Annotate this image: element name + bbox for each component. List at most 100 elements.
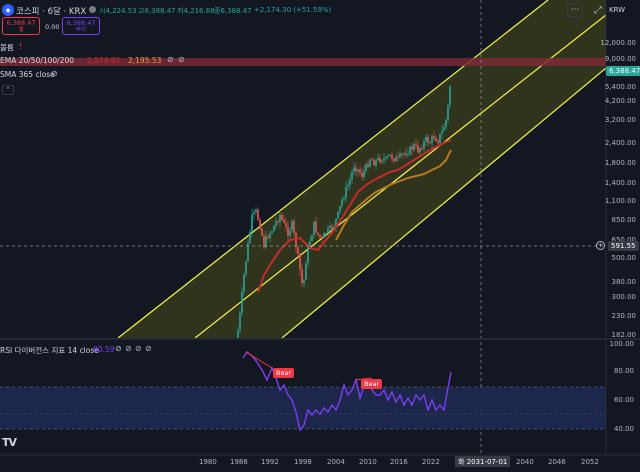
price-axis-tick: 12,000.00: [600, 39, 636, 47]
candle-body: [311, 235, 313, 242]
candle-body: [251, 214, 253, 232]
candle-body: [313, 221, 315, 236]
candle-body: [429, 142, 431, 144]
time-axis-tick: 2010: [359, 458, 377, 466]
candle-body: [435, 138, 437, 141]
candle-body: [257, 209, 259, 220]
price-axis-tick: 230.00: [611, 312, 637, 320]
rsi-more-icon[interactable]: ⊘: [145, 344, 152, 353]
time-axis-tick: 2040: [516, 458, 534, 466]
candle-body: [443, 126, 445, 131]
price-axis-tick: 1,100.00: [604, 197, 636, 205]
candle-body: [381, 160, 383, 163]
candle-body: [427, 136, 429, 143]
candle-body: [403, 153, 405, 155]
candle-body: [419, 148, 421, 153]
buy-button[interactable]: 6,388.47 바이: [62, 17, 100, 35]
candle-body: [287, 226, 289, 236]
candle-body: [437, 140, 439, 144]
candle-body: [355, 167, 357, 172]
symbol-logo-icon[interactable]: ◆: [2, 4, 14, 16]
candle-body: [293, 221, 295, 233]
price-axis-tick: 9,000.00: [604, 55, 636, 63]
candle-body: [261, 228, 263, 236]
candle-body: [267, 236, 269, 239]
candle-body: [303, 279, 305, 283]
ohlc-open: 시4,224.53: [99, 7, 137, 15]
rsi-hide-icon[interactable]: ⊘: [115, 344, 122, 353]
rsi-band: [0, 387, 606, 429]
candle-body: [291, 221, 293, 231]
candle-body: [407, 154, 409, 156]
sell-label: 셀: [18, 27, 24, 34]
candle-body: [263, 235, 265, 248]
price-axis-tick: 380.00: [611, 278, 637, 286]
more-options-icon[interactable]: ···: [567, 3, 583, 17]
rsi-settings-icon[interactable]: ⊘: [125, 344, 132, 353]
candle-body: [399, 153, 401, 158]
candle-body: [413, 144, 415, 150]
candle-body: [281, 214, 283, 220]
collapse-legend-icon[interactable]: ⌃: [2, 85, 14, 95]
bear-label-1: Bear: [273, 368, 295, 378]
candle-body: [405, 153, 407, 156]
candle-body: [237, 330, 239, 338]
current-price-label: 6,388.47: [606, 66, 640, 76]
candle-body: [305, 263, 307, 280]
crosshair-plus-icon[interactable]: +: [596, 241, 605, 250]
candle-body: [345, 186, 347, 199]
market-status-icon: [89, 6, 96, 13]
ohlc-change: +2,174.30 (+51.59%): [254, 6, 332, 14]
price-axis-tick: 500.00: [611, 254, 637, 262]
candle-body: [363, 171, 365, 178]
time-axis-tick: 2022: [422, 458, 440, 466]
candle-body: [391, 154, 393, 159]
ema-indicator-label[interactable]: EMA 20/50/100/200: [0, 56, 74, 65]
candle-body: [365, 164, 367, 172]
ema-value-1: 2,974.92: [87, 56, 121, 65]
fullscreen-icon[interactable]: ⤢: [591, 3, 605, 17]
candle-body: [243, 274, 245, 292]
price-axis-tick: 5,400.00: [604, 83, 636, 91]
candle-body: [283, 219, 285, 223]
tradingview-logo[interactable]: TV: [2, 436, 17, 449]
crosshair-date-prefix: 화: [458, 458, 465, 466]
candle-body: [401, 153, 403, 155]
candle-body: [449, 86, 451, 106]
time-axis-tick: 1980: [199, 458, 217, 466]
candle-body: [441, 130, 443, 134]
candle-body: [397, 156, 399, 158]
ohlc-close: 종6,388.47: [214, 7, 252, 15]
symbol-title[interactable]: 코스피 · 6달 · KRX: [16, 5, 86, 17]
candle-body: [371, 159, 373, 161]
currency-label[interactable]: KRW: [609, 6, 625, 14]
sma-hide-icon[interactable]: ⊘: [51, 69, 58, 78]
candle-body: [359, 169, 361, 173]
candle-body: [271, 231, 273, 234]
sma-indicator-label[interactable]: SMA 365 close: [0, 70, 55, 79]
price-axis-tick: 182.00: [611, 331, 637, 339]
rsi-indicator-label[interactable]: RSI 다이버전스 지표 14 close: [0, 345, 99, 356]
sell-button[interactable]: 6,388.47 셀: [2, 17, 40, 35]
candle-body: [277, 221, 279, 223]
rsi-source-icon[interactable]: ⊘: [135, 344, 142, 353]
ema-settings-icon[interactable]: ⊘: [178, 55, 185, 64]
candle-body: [447, 105, 449, 120]
candle-body: [279, 214, 281, 223]
candle-body: [285, 222, 287, 227]
candle-body: [373, 160, 375, 166]
volume-indicator-label[interactable]: 볼륨: [0, 42, 14, 53]
candle-body: [351, 171, 353, 180]
candle-body: [321, 237, 323, 239]
candle-body: [255, 209, 257, 212]
candle-body: [379, 157, 381, 163]
candle-body: [323, 233, 325, 238]
candle-body: [431, 136, 433, 143]
candle-body: [411, 146, 413, 150]
ema-hide-icon[interactable]: ⊘: [167, 55, 174, 64]
time-axis-tick: 2052: [581, 458, 599, 466]
ohlc-low: 저4,216.68: [177, 7, 215, 15]
price-chart[interactable]: [0, 0, 640, 472]
price-axis-tick: 3,200.00: [604, 116, 636, 124]
bear-label-2: Bear: [361, 379, 383, 389]
